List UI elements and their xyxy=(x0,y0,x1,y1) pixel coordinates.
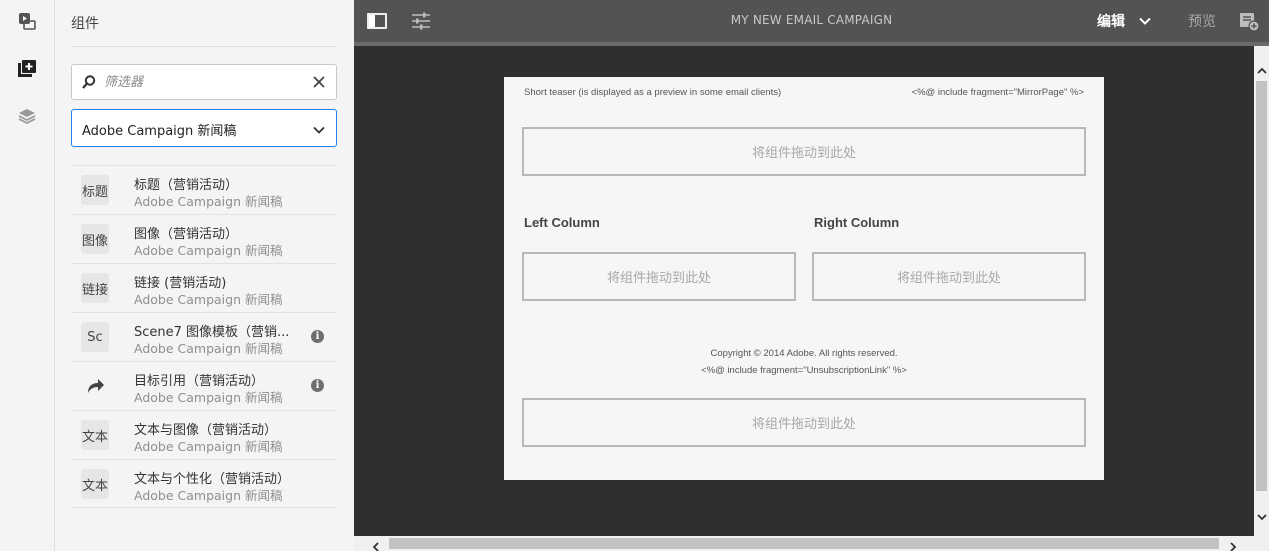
drop-zone-top[interactable]: 将组件拖动到此处 xyxy=(522,127,1086,176)
drop-zone-right[interactable]: 将组件拖动到此处 xyxy=(812,252,1086,301)
editor-toolbar: MY NEW EMAIL CAMPAIGN 编辑 预览 xyxy=(354,0,1269,42)
info-icon[interactable]: i xyxy=(311,330,324,343)
component-thumbnail: 标题 xyxy=(81,175,109,205)
teaser-text[interactable]: Short teaser (is displayed as a preview … xyxy=(524,87,781,98)
drop-zone-label: 将组件拖动到此处 xyxy=(606,271,711,286)
scroll-right-icon[interactable] xyxy=(1227,538,1239,551)
assets-icon[interactable] xyxy=(14,8,40,34)
list-item[interactable]: 链接 链接 (营销活动) Adobe Campaign 新闻稿 xyxy=(71,263,337,312)
info-icon[interactable]: i xyxy=(311,379,324,392)
page-info-icon[interactable] xyxy=(1238,10,1260,32)
list-item[interactable]: 文本 文本与个性化（营销活动） Adobe Campaign 新闻稿 xyxy=(71,459,337,508)
component-thumbnail: 文本 xyxy=(81,469,109,499)
component-thumbnail: Sc xyxy=(81,322,109,352)
list-item[interactable]: Sc Scene7 图像模板（营销... Adobe Campaign 新闻稿 … xyxy=(71,312,337,361)
component-group: Adobe Campaign 新闻稿 xyxy=(134,488,283,503)
search-icon xyxy=(81,74,97,90)
list-item[interactable]: 图像 图像（营销活动） Adobe Campaign 新闻稿 xyxy=(71,214,337,263)
component-group: Adobe Campaign 新闻稿 xyxy=(134,390,283,405)
right-column-title[interactable]: Right Column xyxy=(814,215,899,230)
component-thumbnail: 图像 xyxy=(81,224,109,254)
component-group-select[interactable]: Adobe Campaign 新闻稿 xyxy=(71,109,337,147)
selected-group: Adobe Campaign 新闻稿 xyxy=(82,124,237,139)
app-root: 组件 Adobe Campaign 新闻稿 标题 标题（营销活动） Adobe … xyxy=(0,0,1269,551)
horizontal-scrollbar[interactable] xyxy=(354,536,1269,551)
component-thumbnail: 文本 xyxy=(81,420,109,450)
drop-zone-label: 将组件拖动到此处 xyxy=(751,146,856,161)
left-column-title[interactable]: Left Column xyxy=(524,215,600,230)
component-list: 标题 标题（营销活动） Adobe Campaign 新闻稿 图像 图像（营销活… xyxy=(71,165,337,508)
scroll-left-icon[interactable] xyxy=(370,538,382,551)
list-item[interactable]: 标题 标题（营销活动） Adobe Campaign 新闻稿 xyxy=(71,165,337,214)
share-arrow-icon xyxy=(81,371,109,401)
component-group: Adobe Campaign 新闻稿 xyxy=(134,292,283,307)
vertical-scrollbar[interactable] xyxy=(1254,46,1269,536)
component-group: Adobe Campaign 新闻稿 xyxy=(134,194,283,209)
list-item[interactable]: 文本 文本与图像（营销活动） Adobe Campaign 新闻稿 xyxy=(71,410,337,459)
components-panel: 组件 Adobe Campaign 新闻稿 标题 标题（营销活动） Adobe … xyxy=(55,0,354,551)
edit-mode-button[interactable]: 编辑 xyxy=(1097,11,1125,31)
mirror-page-fragment[interactable]: <%@ include fragment="MirrorPage" %> xyxy=(912,87,1084,98)
unsubscribe-fragment[interactable]: <%@ include fragment="UnsubscriptionLink… xyxy=(504,365,1104,376)
drop-zone-left[interactable]: 将组件拖动到此处 xyxy=(522,252,796,301)
component-thumbnail: 链接 xyxy=(81,273,109,303)
filter-search-box xyxy=(71,64,337,100)
close-icon[interactable] xyxy=(310,73,328,91)
drop-zone-label: 将组件拖动到此处 xyxy=(751,417,856,432)
chevron-down-icon[interactable] xyxy=(1138,13,1152,27)
component-group: Adobe Campaign 新闻稿 xyxy=(134,341,283,356)
copyright-text[interactable]: Copyright © 2014 Adobe. All rights reser… xyxy=(504,348,1104,359)
panel-title: 组件 xyxy=(71,16,99,32)
scroll-up-icon[interactable] xyxy=(1256,62,1268,74)
drop-zone-label: 将组件拖动到此处 xyxy=(896,271,1001,286)
page-title: MY NEW EMAIL CAMPAIGN xyxy=(730,13,893,27)
divider xyxy=(71,46,337,47)
scroll-down-icon[interactable] xyxy=(1256,508,1268,521)
chevron-down-icon xyxy=(312,122,326,136)
list-item[interactable]: 目标引用（营销活动） Adobe Campaign 新闻稿 i xyxy=(71,361,337,410)
drop-zone-bottom[interactable]: 将组件拖动到此处 xyxy=(522,398,1086,447)
filter-input[interactable] xyxy=(104,72,304,92)
preview-button[interactable]: 预览 xyxy=(1188,11,1216,31)
horizontal-scroll-thumb[interactable] xyxy=(389,538,1219,549)
email-page: Short teaser (is displayed as a preview … xyxy=(504,77,1104,480)
layers-icon[interactable] xyxy=(14,103,40,129)
components-icon[interactable] xyxy=(14,56,40,82)
component-group: Adobe Campaign 新闻稿 xyxy=(134,439,283,454)
component-group: Adobe Campaign 新闻稿 xyxy=(134,243,283,258)
side-rail xyxy=(0,0,55,551)
vertical-scroll-thumb[interactable] xyxy=(1256,81,1267,491)
